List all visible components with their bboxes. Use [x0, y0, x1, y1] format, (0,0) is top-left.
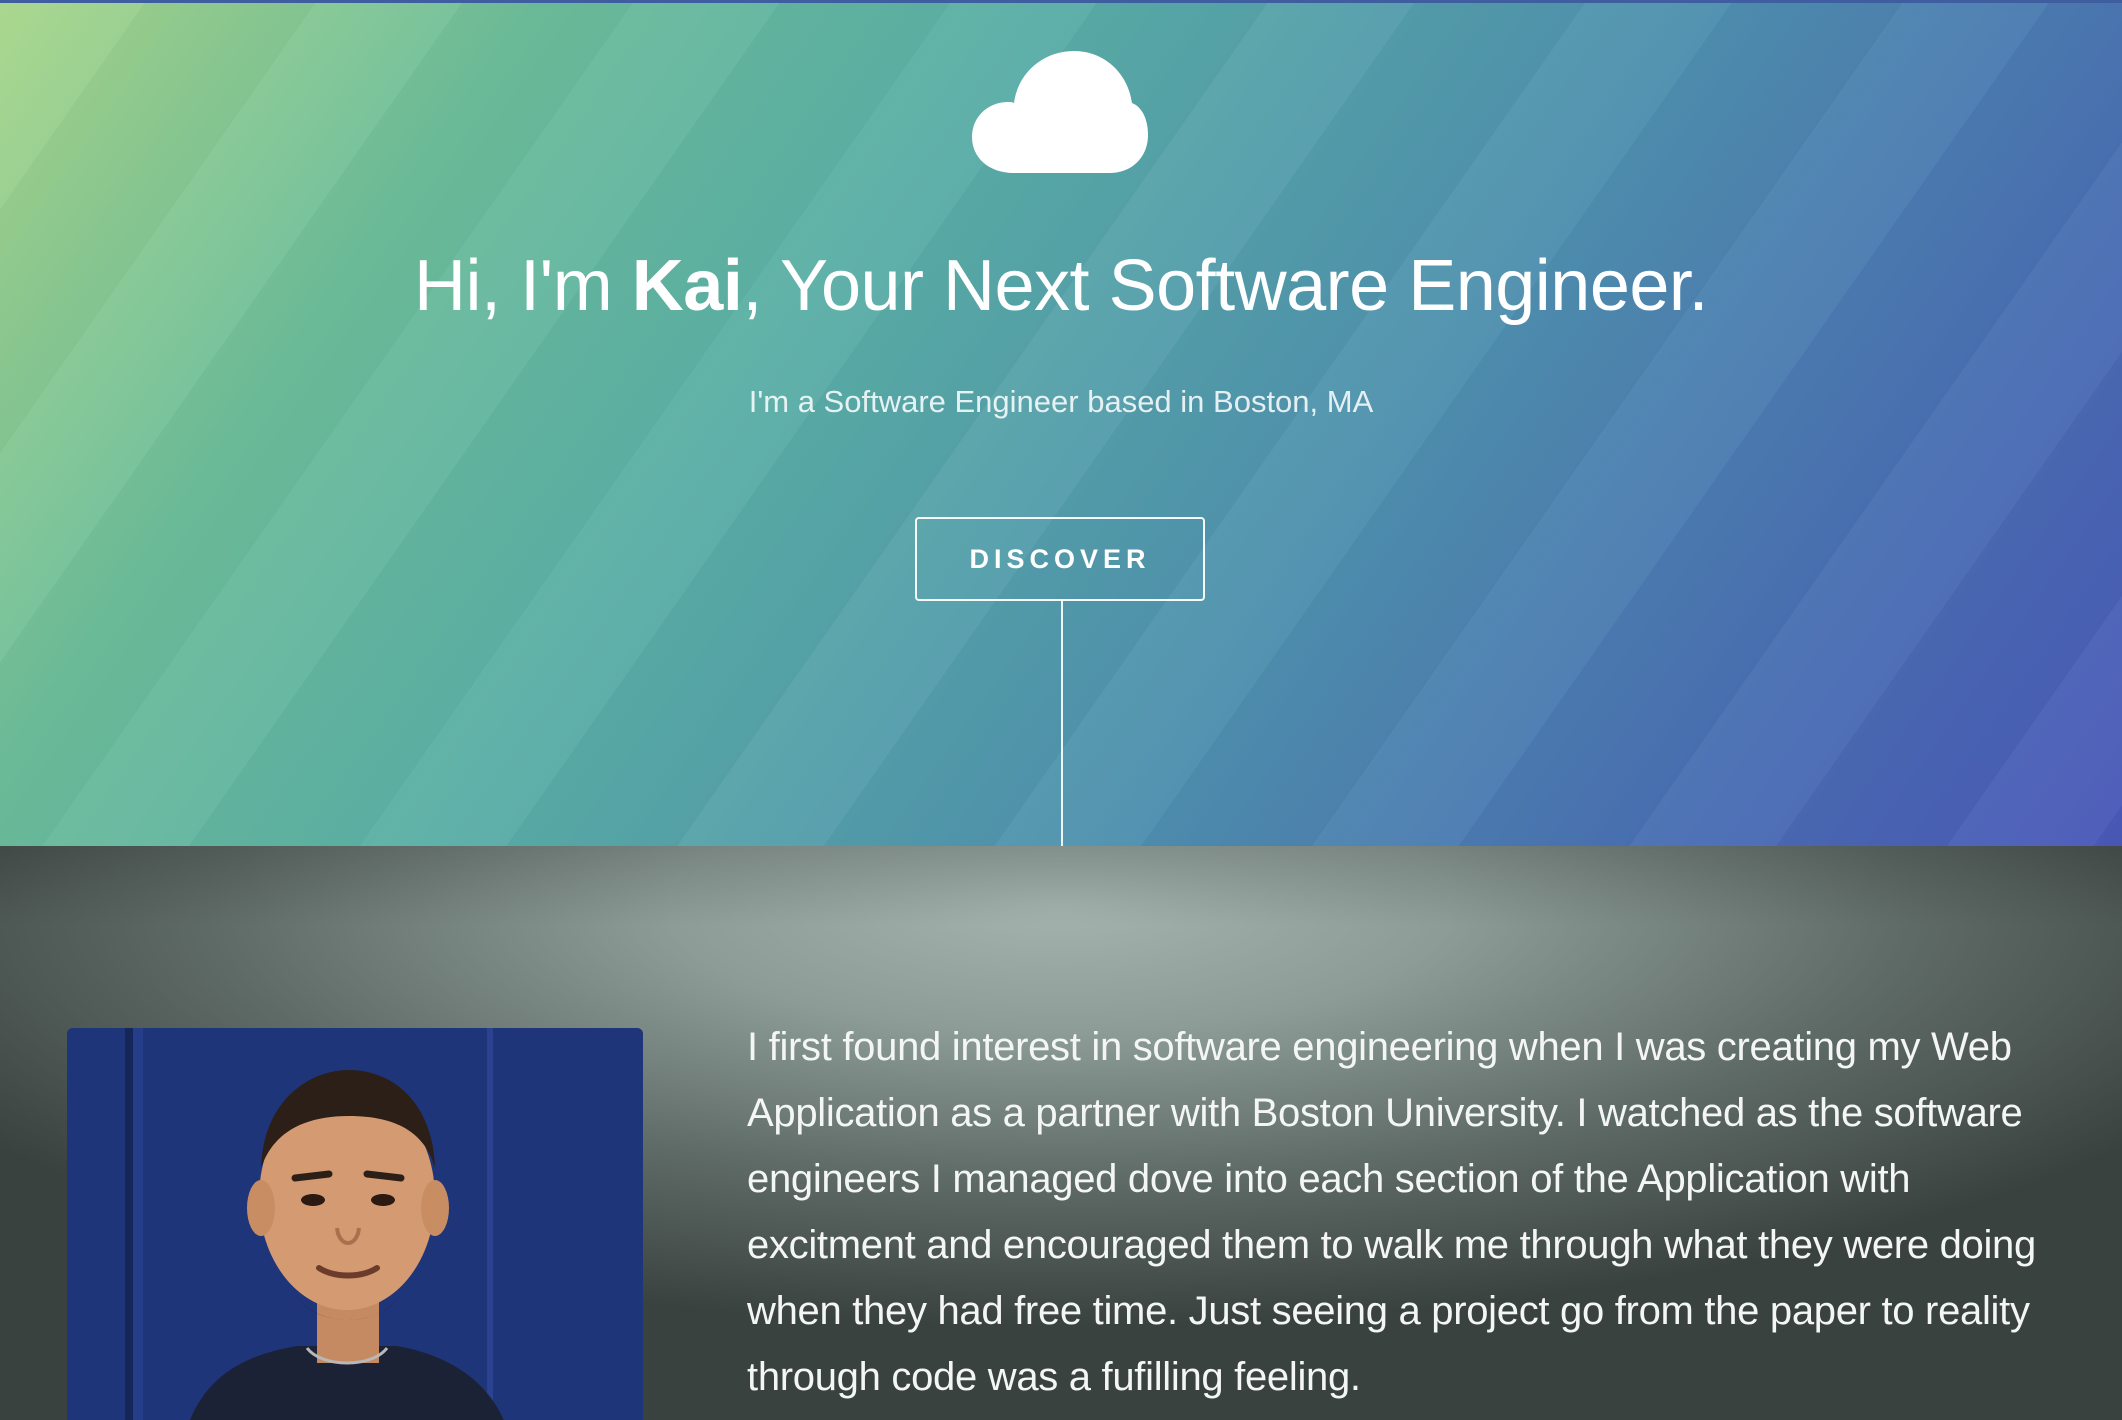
headline-name: Kai — [631, 246, 743, 326]
hero-subtitle: I'm a Software Engineer based in Boston,… — [748, 384, 1374, 419]
hero-section: Hi, I'm Kai, Your Next Software Engineer… — [0, 0, 2122, 846]
cloud-icon — [972, 51, 1148, 173]
headline-prefix: Hi, I'm — [414, 246, 632, 326]
about-paragraph: I first found interest in software engin… — [747, 1025, 2036, 1399]
about-section: I first found interest in software engin… — [0, 846, 2122, 1420]
page: Hi, I'm Kai, Your Next Software Engineer… — [0, 0, 2122, 1420]
top-border — [0, 0, 2122, 3]
discover-button[interactable]: DISCOVER — [915, 517, 1205, 601]
profile-photo — [67, 1028, 643, 1420]
profile-photo-image — [67, 1028, 643, 1420]
hero-headline: Hi, I'm Kai, Your Next Software Engineer… — [0, 236, 2122, 336]
discover-connector-line — [1061, 601, 1063, 846]
headline-suffix: , Your Next Software Engineer. — [742, 246, 1708, 326]
